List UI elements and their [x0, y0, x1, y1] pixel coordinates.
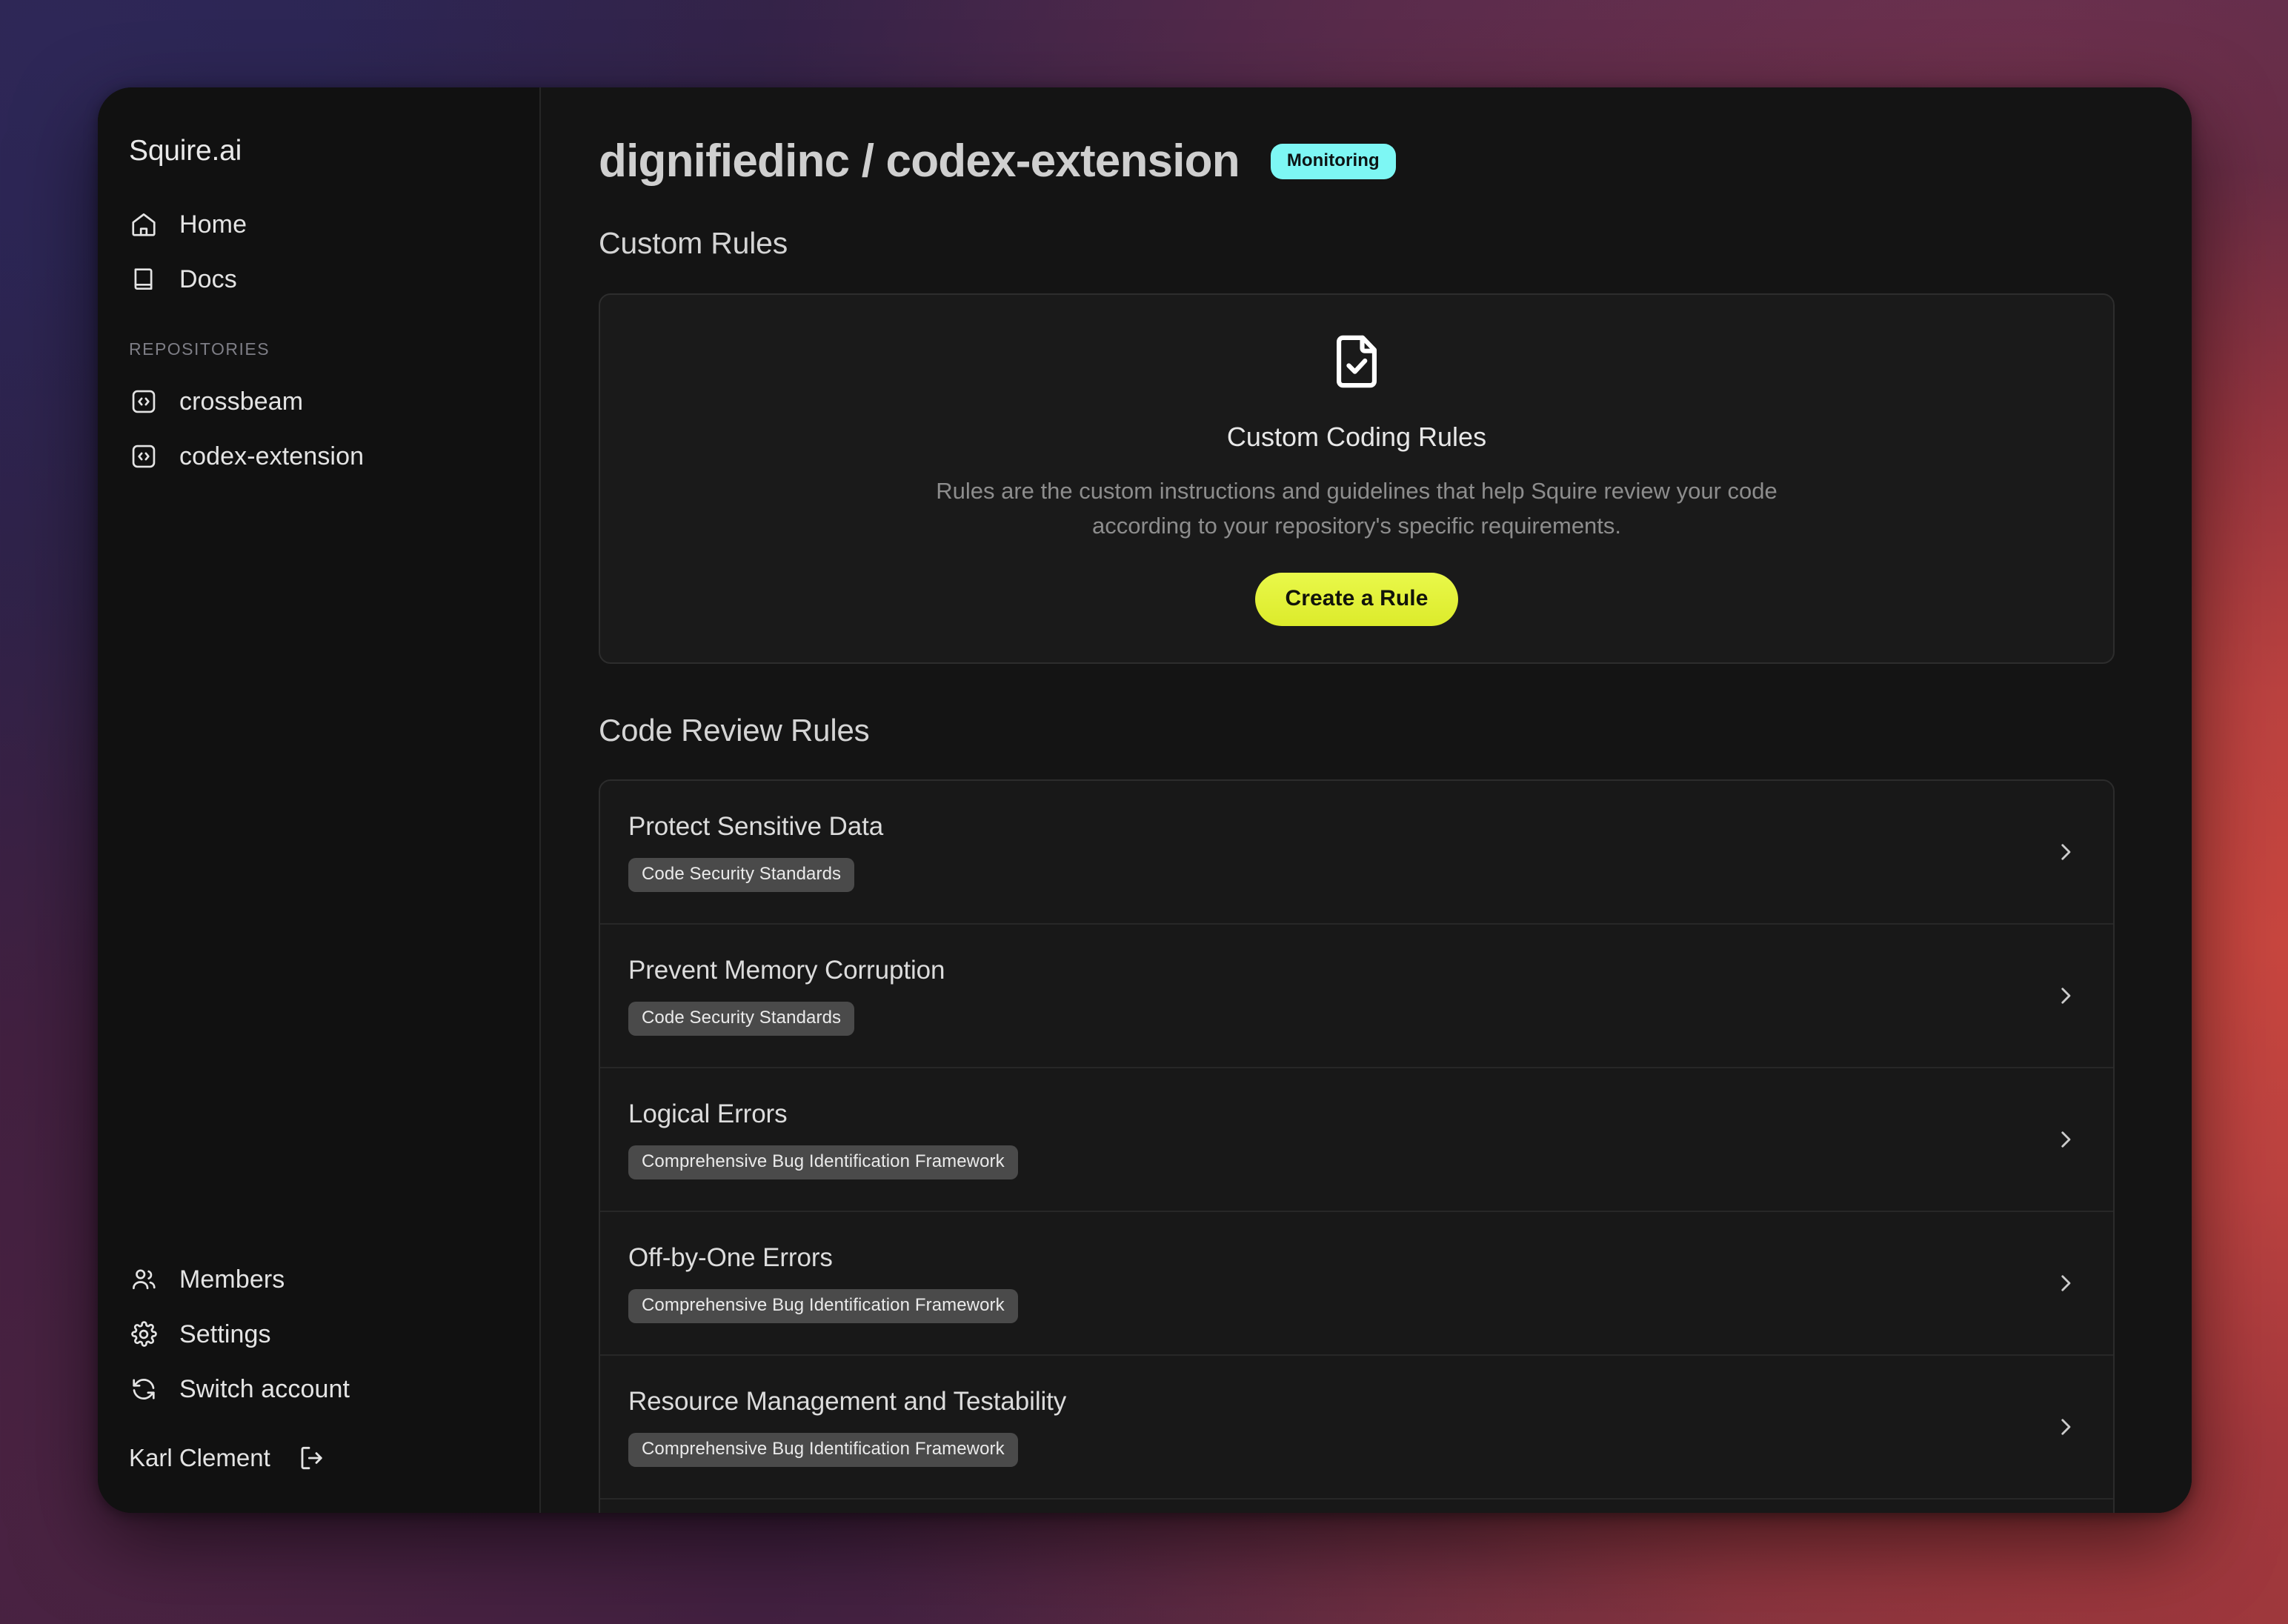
sidebar-item-label: codex-extension: [179, 442, 364, 471]
custom-rules-empty-state-card: Custom Coding Rules Rules are the custom…: [599, 293, 2115, 664]
table-row[interactable]: Protect Sensitive Data Code Security Sta…: [600, 781, 2113, 925]
rule-row-content: Prevent Memory Corruption Code Security …: [628, 956, 945, 1036]
chevron-right-icon[interactable]: [2051, 1412, 2081, 1442]
code-repo-icon: [129, 442, 159, 471]
book-icon: [129, 264, 159, 294]
app-window: Squire.ai Home Docs: [98, 87, 2192, 1513]
code-repo-icon: [129, 387, 159, 416]
sidebar-item-settings[interactable]: Settings: [98, 1307, 539, 1362]
repositories-nav: crossbeam codex-extension: [98, 374, 539, 484]
rule-row-content: Off-by-One Errors Comprehensive Bug Iden…: [628, 1243, 1018, 1323]
rule-title: Logical Errors: [628, 1099, 1018, 1129]
page-title: dignifiedinc / codex-extension: [599, 135, 1240, 187]
sidebar-item-label: crossbeam: [179, 387, 303, 416]
sidebar-item-label: Docs: [179, 265, 237, 294]
sidebar-item-label: Settings: [179, 1320, 271, 1349]
switch-account-icon: [129, 1374, 159, 1404]
rule-category-badge: Comprehensive Bug Identification Framewo…: [628, 1433, 1018, 1467]
sidebar-bottom-nav: Members Settings: [98, 1252, 539, 1513]
sidebar-item-label: Members: [179, 1265, 285, 1294]
table-row[interactable]: Concurrency Issues Comprehensive Bug Ide…: [600, 1500, 2113, 1513]
empty-state-description: Rules are the custom instructions and gu…: [927, 473, 1786, 543]
rule-row-content: Resource Management and Testability Comp…: [628, 1387, 1066, 1467]
sidebar-item-switch-account[interactable]: Switch account: [98, 1362, 539, 1417]
rule-category-badge: Code Security Standards: [628, 1002, 854, 1036]
primary-nav: Home Docs: [98, 197, 539, 307]
user-account-row[interactable]: Karl Clement: [98, 1417, 539, 1500]
rule-title: Prevent Memory Corruption: [628, 956, 945, 985]
gear-icon: [129, 1320, 159, 1349]
sidebar-spacer: [98, 484, 539, 1252]
code-review-rules-list: Protect Sensitive Data Code Security Sta…: [599, 779, 2115, 1513]
sidebar: Squire.ai Home Docs: [98, 87, 541, 1513]
page-header: dignifiedinc / codex-extension Monitorin…: [599, 135, 2115, 187]
rule-row-content: Protect Sensitive Data Code Security Sta…: [628, 812, 883, 892]
table-row[interactable]: Prevent Memory Corruption Code Security …: [600, 925, 2113, 1068]
rule-title: Resource Management and Testability: [628, 1387, 1066, 1417]
chevron-right-icon[interactable]: [2051, 837, 2081, 867]
main-content: dignifiedinc / codex-extension Monitorin…: [541, 87, 2192, 1513]
sidebar-item-docs[interactable]: Docs: [98, 252, 539, 307]
table-row[interactable]: Logical Errors Comprehensive Bug Identif…: [600, 1068, 2113, 1212]
sidebar-item-home[interactable]: Home: [98, 197, 539, 252]
empty-state-title: Custom Coding Rules: [1227, 422, 1486, 453]
sidebar-item-crossbeam[interactable]: crossbeam: [98, 374, 539, 429]
users-icon: [129, 1265, 159, 1294]
custom-rules-heading: Custom Rules: [599, 226, 2115, 261]
document-check-icon: [1326, 331, 1387, 392]
chevron-right-icon[interactable]: [2051, 1125, 2081, 1154]
rule-category-badge: Comprehensive Bug Identification Framewo…: [628, 1145, 1018, 1179]
chevron-right-icon[interactable]: [2051, 981, 2081, 1011]
status-badge: Monitoring: [1271, 144, 1396, 179]
sidebar-item-label: Switch account: [179, 1375, 350, 1404]
code-review-rules-heading: Code Review Rules: [599, 713, 2115, 748]
sidebar-item-codex-extension[interactable]: codex-extension: [98, 429, 539, 484]
repositories-section-label: REPOSITORIES: [98, 307, 539, 374]
user-name: Karl Clement: [129, 1444, 270, 1472]
chevron-right-icon[interactable]: [2051, 1268, 2081, 1298]
sidebar-item-label: Home: [179, 210, 247, 239]
rule-row-content: Logical Errors Comprehensive Bug Identif…: [628, 1099, 1018, 1179]
home-icon: [129, 210, 159, 239]
sidebar-item-members[interactable]: Members: [98, 1252, 539, 1307]
rule-category-badge: Code Security Standards: [628, 858, 854, 892]
rule-title: Protect Sensitive Data: [628, 812, 883, 842]
app-brand: Squire.ai: [98, 87, 539, 167]
table-row[interactable]: Resource Management and Testability Comp…: [600, 1356, 2113, 1500]
logout-icon[interactable]: [296, 1442, 328, 1474]
create-a-rule-button[interactable]: Create a Rule: [1255, 573, 1457, 626]
rule-title: Off-by-One Errors: [628, 1243, 1018, 1273]
table-row[interactable]: Off-by-One Errors Comprehensive Bug Iden…: [600, 1212, 2113, 1356]
rule-category-badge: Comprehensive Bug Identification Framewo…: [628, 1289, 1018, 1323]
